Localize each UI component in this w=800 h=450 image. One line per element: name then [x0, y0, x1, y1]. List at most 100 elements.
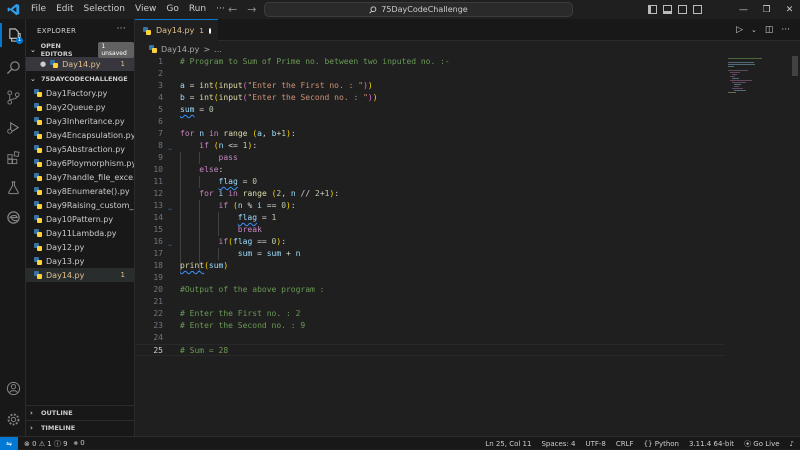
customize-layout-icon[interactable] — [693, 5, 702, 14]
python-interpreter[interactable]: 3.11.4 64-bit — [689, 440, 734, 448]
code-line[interactable]: 21 — [135, 296, 725, 308]
file-item[interactable]: Day3Inheritance.py — [26, 114, 134, 128]
cursor-position[interactable]: Ln 25, Col 11 — [485, 440, 531, 448]
timeline-section[interactable]: › TIMELINE — [26, 420, 135, 435]
file-item[interactable]: Day13.py — [26, 254, 134, 268]
tab-day14[interactable]: Day14.py 1 — [135, 19, 218, 41]
split-editor-icon[interactable]: ◫ — [765, 25, 774, 35]
code-line[interactable]: 13 ∼ if (n % i == 0): — [135, 200, 725, 213]
menu-edit[interactable]: Edit — [51, 0, 78, 19]
menu-run[interactable]: Run — [184, 0, 211, 19]
code-line[interactable]: 6 — [135, 116, 725, 128]
code-line[interactable]: 9 pass — [135, 152, 725, 164]
menu-more[interactable]: ··· — [211, 0, 230, 19]
file-item[interactable]: Day6Ploymorphism.py — [26, 156, 134, 170]
code-line[interactable]: 23 # Enter the Second no. : 9 — [135, 320, 725, 332]
file-item[interactable]: Day4Encapsulation.py — [26, 128, 134, 142]
run-debug-icon[interactable] — [0, 115, 26, 139]
outline-section[interactable]: › OUTLINE — [26, 405, 135, 420]
file-item[interactable]: Day2Queue.py — [26, 100, 134, 114]
restore-icon[interactable]: ❐ — [755, 5, 778, 15]
code-line[interactable]: 18 print(sum) — [135, 260, 725, 272]
code-line[interactable]: 7 for n in range (a, b+1): — [135, 128, 725, 140]
forward-arrow-icon[interactable]: → — [247, 3, 256, 16]
notifications-bell-icon[interactable]: ♪ — [790, 440, 794, 448]
manage-gear-icon[interactable] — [0, 407, 26, 431]
run-python-file-icon[interactable]: ▷ — [736, 25, 743, 35]
file-item[interactable]: Day14.py 1 — [26, 268, 134, 282]
menu-file[interactable]: File — [26, 0, 51, 19]
go-live-button[interactable]: ⦿ Go Live — [744, 439, 779, 449]
account-icon[interactable] — [0, 376, 26, 400]
end-of-line[interactable]: CRLF — [616, 440, 634, 448]
code-line[interactable]: 1 # Program to Sum of Prime no. between t… — [135, 56, 725, 68]
extensions-icon[interactable] — [0, 145, 26, 169]
scrollbar-thumb[interactable] — [792, 56, 798, 76]
open-editor-item[interactable]: ● Day14.py 1 — [26, 57, 134, 71]
folder-header[interactable]: ⌄ 75DAYCODECHALLENGE — [26, 72, 134, 86]
menu-view[interactable]: View — [130, 0, 161, 19]
explorer-icon[interactable]: 1 — [0, 23, 26, 47]
line-content: print(sum) — [180, 261, 229, 270]
code-line[interactable]: 16 ∼ if(flag == 0): — [135, 236, 725, 249]
encoding[interactable]: UTF-8 — [585, 440, 605, 448]
ports-status[interactable]: ⨳ 0 — [74, 439, 85, 448]
remote-indicator-icon[interactable]: ⇋ — [0, 437, 18, 450]
code-line[interactable]: 11 flag = 0 — [135, 176, 725, 188]
code-line[interactable]: 2 — [135, 68, 725, 80]
code-line[interactable]: 24 — [135, 332, 725, 344]
problems-status[interactable]: ⊗ 0 ⚠ 1 ⓘ 9 — [24, 439, 68, 449]
code-editor[interactable]: 1 # Program to Sum of Prime no. between t… — [135, 56, 800, 436]
back-arrow-icon[interactable]: ← — [228, 3, 237, 16]
file-item[interactable]: Day11Lambda.py — [26, 226, 134, 240]
file-item[interactable]: Day8Enumerate().py — [26, 184, 134, 198]
code-line[interactable]: 3 a = int(input("Enter the First no. : ")… — [135, 80, 725, 92]
testing-icon[interactable] — [0, 175, 26, 199]
unsaved-dot-icon[interactable]: ● — [40, 60, 46, 68]
status-left: ⊗ 0 ⚠ 1 ⓘ 9 ⨳ 0 — [24, 437, 85, 450]
code-line[interactable]: 15 break — [135, 224, 725, 236]
minimize-icon[interactable]: — — [732, 5, 755, 15]
problem-count: 1 — [120, 271, 125, 279]
code-line[interactable]: 19 — [135, 272, 725, 284]
more-actions-icon[interactable]: ··· — [781, 25, 790, 35]
language-mode[interactable]: {} Python — [644, 440, 679, 448]
code-line[interactable]: 12 for i in range (2, n // 2+1): — [135, 188, 725, 200]
file-item[interactable]: Day12.py — [26, 240, 134, 254]
menu-selection[interactable]: Selection — [79, 0, 130, 19]
code-line[interactable]: 20 #Output of the above program : — [135, 284, 725, 296]
edge-browser-icon[interactable] — [0, 205, 26, 229]
close-icon[interactable]: ✕ — [778, 5, 800, 15]
open-editors-header[interactable]: ⌄ OPEN EDITORS 1 unsaved — [26, 42, 134, 58]
file-item[interactable]: Day5Abstraction.py — [26, 142, 134, 156]
breadcrumb-file[interactable]: Day14.py — [161, 45, 199, 54]
search-icon[interactable] — [0, 55, 26, 79]
toggle-primary-sidebar-icon[interactable] — [648, 5, 657, 14]
file-item[interactable]: Day7handle_file_exce... — [26, 170, 134, 184]
toggle-panel-icon[interactable] — [663, 5, 672, 14]
code-line[interactable]: 17 sum = sum + n — [135, 248, 725, 260]
code-line[interactable]: 14 flag = 1 — [135, 212, 725, 224]
code-line[interactable]: 8 ∼ if (n <= 1): — [135, 140, 725, 153]
line-number: 1 — [158, 57, 163, 66]
code-line[interactable]: 5 sum = 0 — [135, 104, 725, 116]
unsaved-dot-icon[interactable] — [208, 27, 211, 34]
code-line[interactable]: 22 # Enter the First no. : 2 — [135, 308, 725, 320]
toggle-secondary-sidebar-icon[interactable] — [678, 5, 687, 14]
file-item[interactable]: Day1Factory.py — [26, 86, 134, 100]
code-line[interactable]: 4 b = int(input("Enter the Second no. : "… — [135, 92, 725, 104]
file-item[interactable]: Day10Pattern.py — [26, 212, 134, 226]
code-line[interactable]: 10 else: — [135, 164, 725, 176]
breadcrumb-more[interactable]: ... — [214, 45, 222, 54]
command-center-search[interactable]: 75DayCodeChallenge — [264, 2, 573, 17]
menu-go[interactable]: Go — [161, 0, 183, 19]
chevron-down-icon[interactable]: ⌄ — [751, 26, 757, 34]
source-control-icon[interactable] — [0, 85, 26, 109]
code-line-current[interactable]: 25 # Sum = 28 — [135, 344, 725, 356]
file-item[interactable]: Day9Raising_custom_... — [26, 198, 134, 212]
minimap-content[interactable] — [726, 56, 792, 96]
line-number: 19 — [153, 273, 163, 282]
indentation[interactable]: Spaces: 4 — [541, 440, 575, 448]
folder-name: 75DAYCODECHALLENGE — [41, 75, 128, 83]
more-actions-icon[interactable]: ··· — [117, 24, 126, 34]
